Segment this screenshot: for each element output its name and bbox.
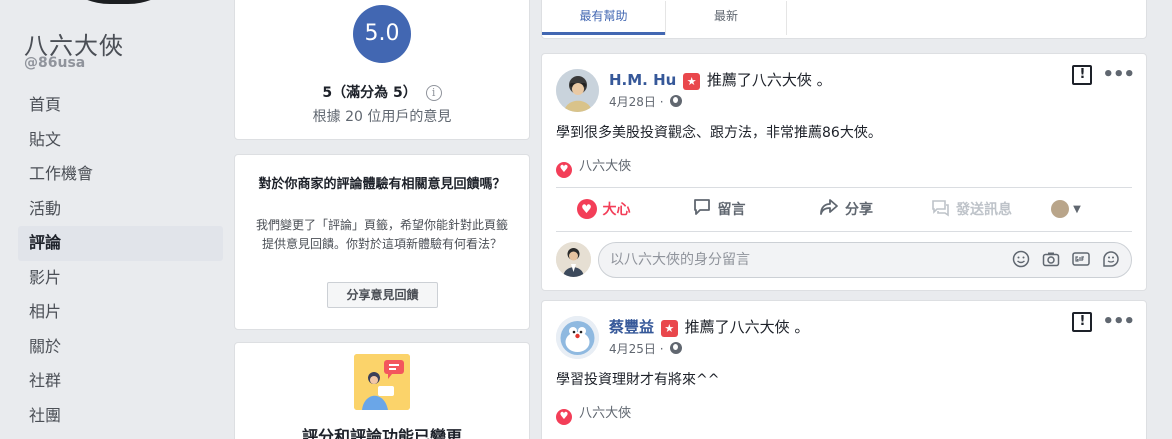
nav-item-videos[interactable]: 影片 xyxy=(18,261,223,296)
nav-item-groups[interactable]: 社團 xyxy=(18,399,223,434)
flag-report-icon[interactable]: ! xyxy=(1072,65,1093,85)
comment-button[interactable]: 留言 xyxy=(651,191,786,227)
recommend-badge-icon: ★ xyxy=(683,73,701,90)
message-label: 發送訊息 xyxy=(956,202,1012,218)
acting-as-avatar xyxy=(1051,200,1070,218)
message-icon xyxy=(930,197,950,222)
camera-icon[interactable] xyxy=(1042,250,1060,268)
share-label: 分享 xyxy=(845,202,873,218)
comment-composer: 以八六大俠的身分留言 xyxy=(556,240,1132,280)
author-name[interactable]: H.M. Hu xyxy=(609,71,676,89)
share-feedback-button[interactable]: 分享意見回饋 xyxy=(327,282,438,308)
nav-item-jobs[interactable]: 工作機會 xyxy=(18,157,223,192)
ratings-illustration xyxy=(354,354,410,410)
left-navigation: 八六大俠 @86usa 首頁 貼文 工作機會 活動 評論 影片 相片 關於 社群… xyxy=(0,0,225,439)
caret-down-icon: ▼ xyxy=(1073,203,1081,215)
feedback-title: 對於你商家的評論體驗有相關意見回饋嗎？ xyxy=(258,177,506,192)
love-reaction-icon: ♥ xyxy=(556,162,572,178)
post-top-actions: ! ••• xyxy=(1072,312,1135,332)
recommend-badge-icon: ★ xyxy=(660,320,678,337)
page-profile-picture[interactable] xyxy=(44,0,194,4)
nav-item-reviews[interactable]: 評論 xyxy=(18,226,223,261)
flag-report-icon[interactable]: ! xyxy=(1072,312,1093,332)
love-label: 大心 xyxy=(602,202,631,218)
globe-icon xyxy=(670,95,683,107)
rating-summary-line: 5（滿分為 5） i xyxy=(235,82,529,102)
post-verb: 推薦了八六大俠 。 xyxy=(706,71,832,89)
comment-icon xyxy=(692,197,712,222)
meta-separator: · xyxy=(659,95,664,109)
review-post: 蔡豐益 ★ 推薦了八六大俠 。 4月25日 · ! ••• 學習投資理財才有將來… xyxy=(541,300,1147,439)
feedback-body: 我們變更了「評論」頁籤，希望你能針對此頁籤提供意見回饋。你對於這項新體驗有何看法… xyxy=(255,218,508,251)
rating-summary-card: 5.0 5（滿分為 5） i 根據 20 位用戶的意見 xyxy=(234,0,530,140)
divider xyxy=(556,187,1132,188)
divider xyxy=(556,231,1132,232)
post-action-bar: ♥ 大心 留言 分享 發送訊息 ▼ xyxy=(556,191,1132,227)
comment-label: 留言 xyxy=(717,202,746,218)
feedback-card: 對於你商家的評論體驗有相關意見回饋嗎？ 我們變更了「評論」頁籤，希望你能針對此頁… xyxy=(234,154,530,330)
interact-as-selector[interactable]: ▼ xyxy=(1036,191,1096,227)
author-avatar[interactable] xyxy=(556,316,599,359)
emoji-icon[interactable] xyxy=(1012,250,1030,268)
love-button[interactable]: ♥ 大心 xyxy=(556,191,651,227)
post-date[interactable]: 4月28日 xyxy=(609,95,656,109)
commenter-avatar xyxy=(556,242,591,277)
nav-item-photos[interactable]: 相片 xyxy=(18,295,223,330)
sticker-icon[interactable] xyxy=(1102,250,1120,268)
globe-icon xyxy=(670,342,683,354)
post-meta: 4月25日 · xyxy=(609,340,683,357)
gif-icon[interactable] xyxy=(1072,250,1090,268)
nav-item-about[interactable]: 關於 xyxy=(18,330,223,365)
review-sort-tabs: 最有幫助 最新 xyxy=(541,0,1147,39)
ratings-changed-card: 評分和評論功能已變更 xyxy=(234,342,530,439)
reacted-by: 八六大俠 xyxy=(579,406,632,421)
reaction-summary[interactable]: ♥ 八六大俠 xyxy=(556,155,631,178)
ratings-changed-title: 評分和評論功能已變更 xyxy=(301,427,462,439)
post-text: 學到很多美股投資觀念、跟方法，非常推薦86大俠。 xyxy=(556,125,882,141)
post-text: 學習投資理財才有將來^^ xyxy=(556,372,720,388)
tab-most-helpful[interactable]: 最有幫助 xyxy=(542,1,665,35)
reaction-summary[interactable]: ♥ 八六大俠 xyxy=(556,402,631,425)
info-icon[interactable]: i xyxy=(425,85,442,101)
tab-latest[interactable]: 最新 xyxy=(665,1,787,35)
heart-icon: ♥ xyxy=(576,199,597,219)
rating-summary-text: 5（滿分為 5） xyxy=(322,85,417,101)
share-button[interactable]: 分享 xyxy=(786,191,906,227)
post-header: 蔡豐益 ★ 推薦了八六大俠 。 xyxy=(609,316,809,337)
comment-tools xyxy=(1012,250,1120,268)
post-top-actions: ! ••• xyxy=(1072,65,1135,85)
page-handle[interactable]: @86usa xyxy=(24,55,85,71)
rating-based-on: 根據 20 位用戶的意見 xyxy=(312,109,452,125)
reacted-by: 八六大俠 xyxy=(579,159,632,174)
share-icon xyxy=(819,197,839,222)
nav-item-posts[interactable]: 貼文 xyxy=(18,123,223,158)
post-date[interactable]: 4月25日 xyxy=(609,342,656,356)
review-post: H.M. Hu ★ 推薦了八六大俠 。 4月28日 · ! ••• 學到很多美股… xyxy=(541,53,1147,291)
love-reaction-icon: ♥ xyxy=(556,409,572,425)
author-avatar[interactable] xyxy=(556,69,599,112)
nav-item-events[interactable]: 活動 xyxy=(18,192,223,227)
more-options-icon[interactable]: ••• xyxy=(1102,313,1135,331)
send-message-button[interactable]: 發送訊息 xyxy=(906,191,1036,227)
more-options-icon[interactable]: ••• xyxy=(1102,66,1135,84)
post-meta: 4月28日 · xyxy=(609,93,683,110)
author-name[interactable]: 蔡豐益 xyxy=(609,318,654,336)
rating-score-circle: 5.0 xyxy=(353,5,411,63)
post-header: H.M. Hu ★ 推薦了八六大俠 。 xyxy=(609,69,832,90)
post-verb: 推薦了八六大俠 。 xyxy=(684,318,810,336)
nav-item-home[interactable]: 首頁 xyxy=(18,88,223,123)
nav-item-community[interactable]: 社群 xyxy=(18,364,223,399)
meta-separator: · xyxy=(659,342,664,356)
nav-list: 首頁 貼文 工作機會 活動 評論 影片 相片 關於 社群 社團 xyxy=(18,88,223,433)
